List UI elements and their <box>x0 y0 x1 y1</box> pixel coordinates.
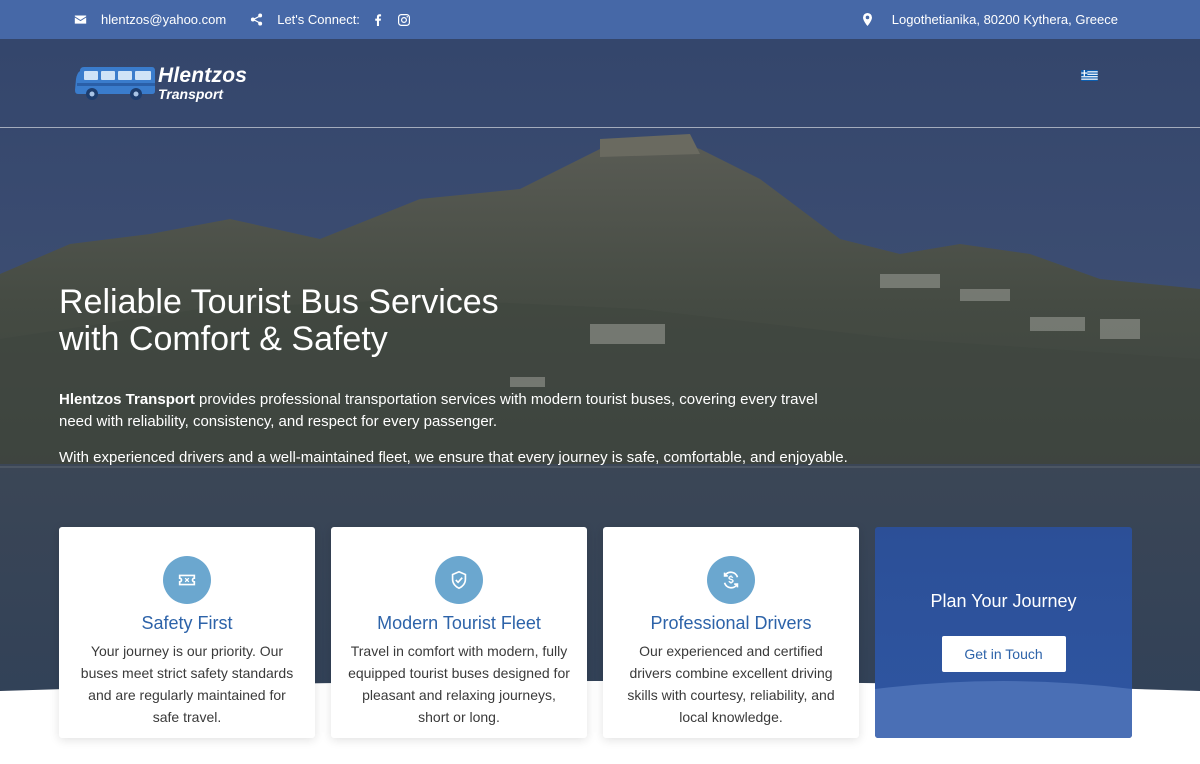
feature-card-safety: Safety First Your journey is our priorit… <box>59 527 315 738</box>
facebook-icon[interactable] <box>370 12 386 28</box>
feature-icon-circle <box>163 556 211 604</box>
cta-lower-accent <box>875 681 1132 738</box>
email-text[interactable]: hlentzos@yahoo.com <box>101 12 226 27</box>
brand-wordmark: Hlentzos Transport <box>158 65 247 101</box>
map-pin-icon <box>860 12 876 28</box>
envelope-icon <box>72 12 88 28</box>
address-contact[interactable]: Logothetianika, 80200 Kythera, Greece <box>860 12 1118 28</box>
feature-title: Professional Drivers <box>650 613 812 633</box>
feature-description: Your journey is our priority. Our buses … <box>80 643 294 725</box>
brand-logo[interactable]: Hlentzos Transport <box>74 63 247 103</box>
greek-flag-icon[interactable] <box>1081 70 1098 81</box>
brand-name-bold: Hlentzos Transport <box>59 391 195 408</box>
hero-intro-paragraph: Hlentzos Transport provides professional… <box>59 389 849 433</box>
top-bar: hlentzos@yahoo.com Let's Connect: Logoth… <box>0 0 1200 39</box>
social-connect: Let's Connect: <box>248 12 412 28</box>
feature-icon-circle <box>707 556 755 604</box>
plan-journey-card: Plan Your Journey Get in Touch <box>875 527 1132 738</box>
address-text[interactable]: Logothetianika, 80200 Kythera, Greece <box>892 12 1118 27</box>
instagram-icon[interactable] <box>396 12 412 28</box>
headline-line-1: Reliable Tourist Bus Services <box>59 283 499 321</box>
hero-section: Hlentzos Transport Reliable Tourist Bus … <box>0 39 1200 764</box>
headline-line-2: with Comfort & Safety <box>59 320 388 358</box>
feature-card-drivers: Professional Drivers Our experienced and… <box>603 527 859 738</box>
top-bar-left: hlentzos@yahoo.com Let's Connect: <box>72 12 434 28</box>
brand-name-line2: Transport <box>158 86 224 102</box>
feature-card-fleet: Modern Tourist Fleet Travel in comfort w… <box>331 527 587 738</box>
feature-title: Modern Tourist Fleet <box>377 613 541 633</box>
share-icon <box>248 12 264 28</box>
refresh-dollar-icon <box>723 571 739 589</box>
brand-name-line1: Hlentzos <box>158 64 248 87</box>
main-navigation: Hlentzos Transport <box>0 39 1200 128</box>
hero-headline: Reliable Tourist Bus Services with Comfo… <box>59 284 659 358</box>
cta-title: Plan Your Journey <box>930 591 1077 611</box>
feature-description: Travel in comfort with modern, fully equ… <box>348 643 570 725</box>
connect-label: Let's Connect: <box>277 12 360 27</box>
feature-icon-circle <box>435 556 483 604</box>
hero-secondary-paragraph: With experienced drivers and a well-main… <box>59 449 848 466</box>
bus-icon <box>75 67 155 100</box>
shield-check-icon <box>451 570 467 590</box>
feature-description: Our experienced and certified drivers co… <box>627 643 835 725</box>
ticket-icon <box>178 574 196 586</box>
email-contact[interactable]: hlentzos@yahoo.com <box>72 12 226 28</box>
get-in-touch-button[interactable]: Get in Touch <box>941 636 1066 672</box>
feature-title: Safety First <box>141 613 233 633</box>
